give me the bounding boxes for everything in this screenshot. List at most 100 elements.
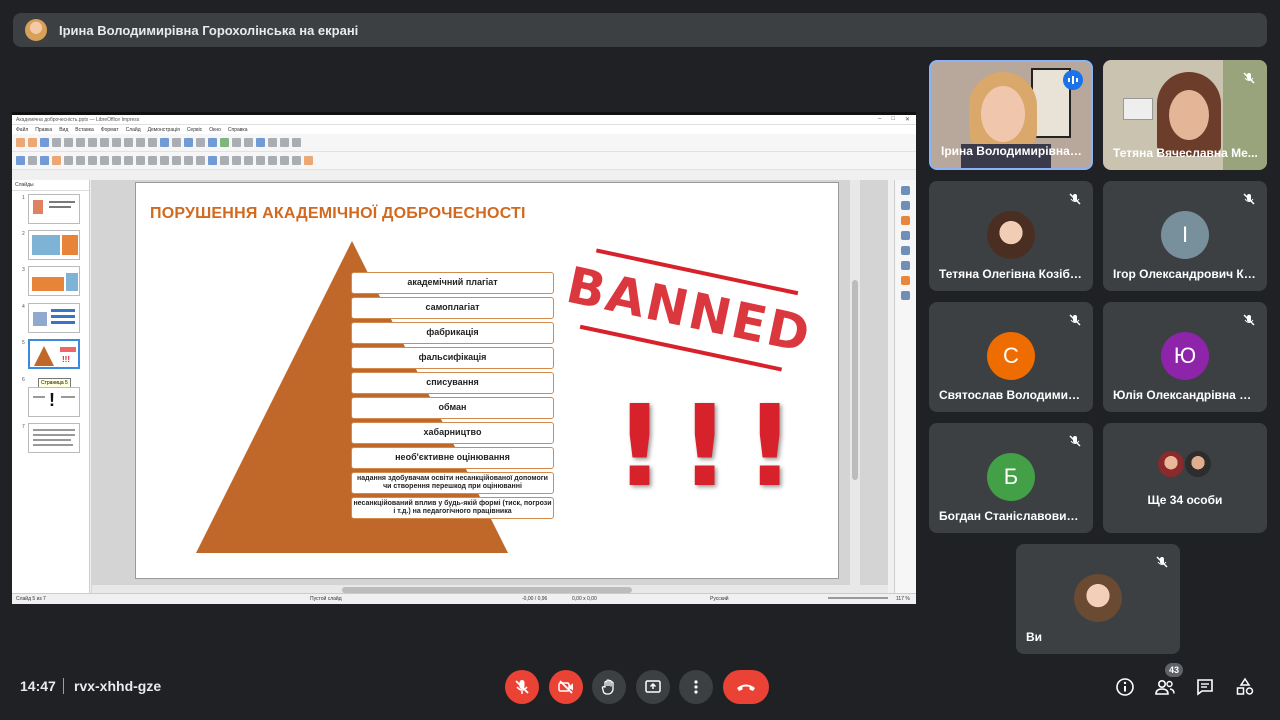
more-options-button[interactable] <box>679 670 713 704</box>
slide-thumbnail-6[interactable]: ! <box>28 387 80 417</box>
hyperlink-icon[interactable] <box>268 138 277 147</box>
rotate-icon[interactable] <box>220 156 229 165</box>
display-grid-icon[interactable] <box>160 138 169 147</box>
toggle-mic-button[interactable] <box>505 670 539 704</box>
block-arrows-icon[interactable] <box>160 156 169 165</box>
cut-icon[interactable] <box>76 138 85 147</box>
toggle-camera-button[interactable] <box>549 670 583 704</box>
participant-tile-presenter[interactable]: Ірина Володимирівна ... <box>929 60 1093 170</box>
menu-insert[interactable]: Вставка <box>75 127 94 133</box>
master-slide-icon[interactable] <box>184 138 193 147</box>
crop-icon[interactable] <box>280 156 289 165</box>
zoom-slider[interactable] <box>828 597 888 599</box>
zoom-icon[interactable] <box>28 156 37 165</box>
distribute-icon[interactable] <box>256 156 265 165</box>
open-icon[interactable] <box>28 138 37 147</box>
self-tile[interactable]: Ви <box>1016 544 1180 654</box>
menu-format[interactable]: Формат <box>101 127 119 133</box>
print-icon[interactable] <box>64 138 73 147</box>
toggle-extrusion-icon[interactable] <box>304 156 313 165</box>
participant-tile-2[interactable]: Тетяна Вячеславна Ме... <box>1103 60 1267 170</box>
vertical-scrollbar[interactable] <box>850 180 860 585</box>
shapes-icon[interactable] <box>901 291 910 300</box>
current-slide[interactable]: ПОРУШЕННЯ АКАДЕМІЧНОЇ ДОБРОЧЕСНОСТІ акад… <box>135 182 839 579</box>
export-pdf-icon[interactable] <box>52 138 61 147</box>
slide-thumbnail-4[interactable] <box>28 303 80 333</box>
master-slides-icon[interactable] <box>901 231 910 240</box>
raise-hand-button[interactable] <box>592 670 626 704</box>
slide-thumbnail-7[interactable] <box>28 423 80 453</box>
arrange-icon[interactable] <box>244 156 253 165</box>
maximize-icon[interactable]: □ <box>891 116 895 123</box>
undo-icon[interactable] <box>112 138 121 147</box>
activities-button[interactable] <box>1233 675 1257 699</box>
find-icon[interactable] <box>136 138 145 147</box>
properties-icon[interactable] <box>901 186 910 195</box>
shadow-icon[interactable] <box>268 156 277 165</box>
new-icon[interactable] <box>16 138 25 147</box>
connector-icon[interactable] <box>124 156 133 165</box>
arrow-icon[interactable] <box>100 156 109 165</box>
filter-icon[interactable] <box>292 156 301 165</box>
slide-thumbnail-2[interactable] <box>28 230 80 260</box>
menu-help[interactable]: Справка <box>228 127 248 133</box>
menu-tools[interactable]: Сервіс <box>187 127 202 133</box>
people-button[interactable] <box>1153 675 1177 699</box>
line-icon[interactable] <box>64 156 73 165</box>
participant-tile-7[interactable]: Б Богдан Станіславович ... <box>929 423 1093 533</box>
gallery-icon[interactable] <box>901 261 910 270</box>
start-show-icon[interactable] <box>196 138 205 147</box>
align-icon[interactable] <box>232 156 241 165</box>
rectangle-icon[interactable] <box>76 156 85 165</box>
basic-shapes-icon[interactable] <box>136 156 145 165</box>
save-icon[interactable] <box>40 138 49 147</box>
navigator-icon[interactable] <box>901 276 910 285</box>
callouts-icon[interactable] <box>184 156 193 165</box>
comment-icon[interactable] <box>280 138 289 147</box>
stars-icon[interactable] <box>196 156 205 165</box>
slide-thumbnail-1[interactable] <box>28 194 80 224</box>
minimize-icon[interactable]: – <box>878 116 881 123</box>
sidebar-toggle-icon[interactable] <box>292 138 301 147</box>
participant-tile-3[interactable]: Тетяна Олегівна Козібр... <box>929 181 1093 291</box>
animation-icon[interactable] <box>901 216 910 225</box>
slide-layout-icon[interactable] <box>172 138 181 147</box>
curve-icon[interactable] <box>112 156 121 165</box>
paste-icon[interactable] <box>100 138 109 147</box>
textbox-icon[interactable] <box>244 138 253 147</box>
flowchart-icon[interactable] <box>172 156 181 165</box>
menu-slideshow[interactable]: Демонстрація <box>148 127 180 133</box>
leave-call-button[interactable] <box>723 670 769 704</box>
spelling-icon[interactable] <box>148 138 157 147</box>
status-zoom[interactable]: 117 % <box>896 596 910 602</box>
close-icon[interactable]: ✕ <box>905 116 910 123</box>
menu-slide[interactable]: Слайд <box>126 127 141 133</box>
copy-icon[interactable] <box>88 138 97 147</box>
slide-thumbnail-5[interactable]: !!! <box>28 339 80 369</box>
participant-tile-6[interactable]: Ю Юлія Олександрівна Ш... <box>1103 302 1267 412</box>
symbol-shapes-icon[interactable] <box>148 156 157 165</box>
select-icon[interactable] <box>16 156 25 165</box>
fill-color-icon[interactable] <box>52 156 61 165</box>
menu-edit[interactable]: Правка <box>35 127 52 133</box>
participant-tile-4[interactable]: І Ігор Олександрович Ко... <box>1103 181 1267 291</box>
fontwork-icon[interactable] <box>256 138 265 147</box>
present-screen-button[interactable] <box>636 670 670 704</box>
more-participants-tile[interactable]: Ще 34 особи <box>1103 423 1267 533</box>
meeting-details-button[interactable] <box>1113 675 1137 699</box>
redo-icon[interactable] <box>124 138 133 147</box>
menu-file[interactable]: Файл <box>16 127 28 133</box>
chat-button[interactable] <box>1193 675 1217 699</box>
meeting-code[interactable]: rvx-xhhd-gze <box>74 678 161 694</box>
table-icon[interactable] <box>208 138 217 147</box>
image-icon[interactable] <box>220 138 229 147</box>
menu-window[interactable]: Окно <box>209 127 221 133</box>
styles-icon[interactable] <box>901 246 910 255</box>
chart-icon[interactable] <box>232 138 241 147</box>
menu-view[interactable]: Вид <box>59 127 68 133</box>
line-color-icon[interactable] <box>40 156 49 165</box>
slide-thumbnail-3[interactable] <box>28 266 80 296</box>
participant-tile-5[interactable]: С Святослав Володимир... <box>929 302 1093 412</box>
ellipse-icon[interactable] <box>88 156 97 165</box>
slide-transition-icon[interactable] <box>901 201 910 210</box>
